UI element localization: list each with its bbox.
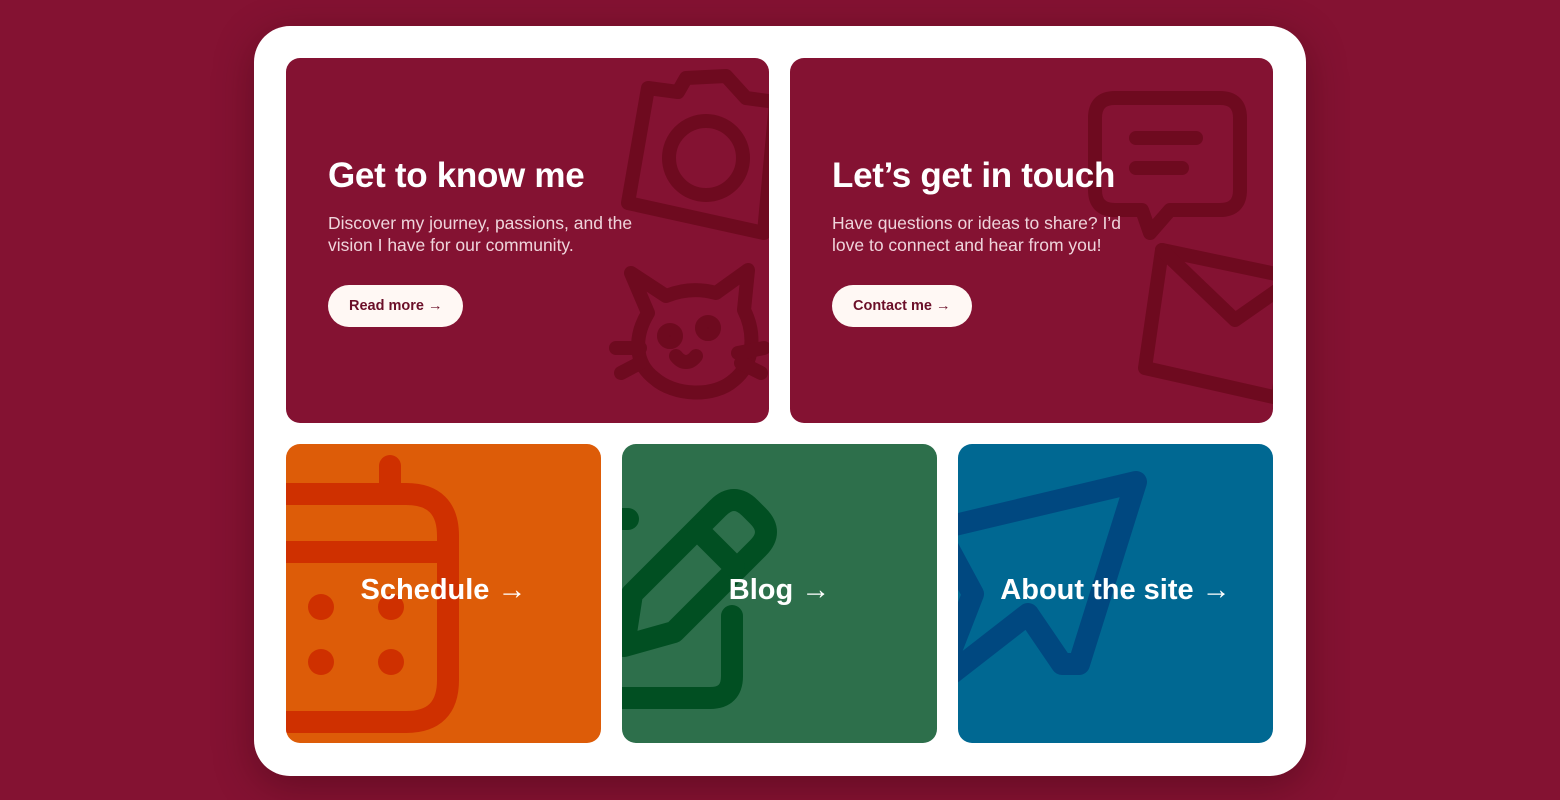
- schedule-tile[interactable]: Schedule →: [286, 444, 601, 743]
- read-more-button[interactable]: Read more →: [328, 285, 464, 327]
- card-description: Have questions or ideas to share? I’d lo…: [832, 213, 1121, 255]
- envelope-icon: [1138, 243, 1273, 405]
- card-title: Get to know me: [328, 156, 585, 195]
- camera-icon: [621, 69, 769, 240]
- tile-label: Blog →: [728, 574, 831, 606]
- navigation-panel: Get to know me Discover my journey, pass…: [254, 26, 1306, 776]
- card-description: Discover my journey, passions, and the v…: [328, 213, 633, 255]
- about-site-tile[interactable]: About the site →: [958, 444, 1273, 743]
- blog-tile[interactable]: Blog →: [622, 444, 937, 743]
- contact-me-button[interactable]: Contact me →: [832, 285, 972, 327]
- tile-label: Schedule →: [360, 574, 527, 606]
- card-title: Let’s get in touch: [832, 156, 1116, 195]
- about-card: Get to know me Discover my journey, pass…: [286, 58, 769, 423]
- contact-card: Let’s get in touch Have questions or ide…: [790, 58, 1273, 423]
- tile-label: About the site →: [1000, 574, 1231, 606]
- cat-icon: [609, 263, 769, 400]
